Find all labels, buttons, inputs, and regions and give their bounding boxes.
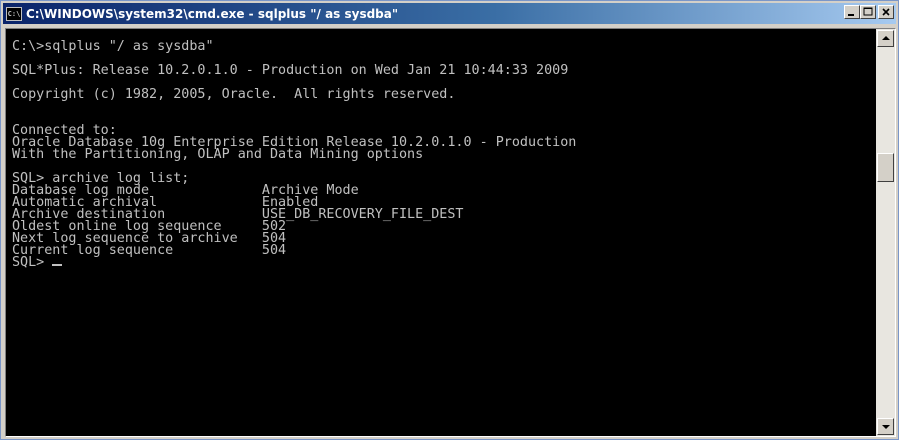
maximize-icon <box>863 7 873 16</box>
minimize-icon <box>848 14 854 16</box>
close-button[interactable] <box>878 5 894 19</box>
console-line: SQL*Plus: Release 10.2.0.1.0 - Productio… <box>12 63 569 78</box>
window-title: C:\WINDOWS\system32\cmd.exe - sqlplus "/… <box>26 6 399 21</box>
console-line: With the Partitioning, OLAP and Data Min… <box>12 147 424 162</box>
console-line: C:\>sqlplus "/ as sysdba" <box>12 39 214 54</box>
vertical-scrollbar[interactable] <box>876 29 895 436</box>
sql-prompt: SQL> <box>12 255 53 270</box>
scroll-down-arrow-icon <box>882 425 890 429</box>
window-controls <box>844 5 894 19</box>
text-cursor <box>52 264 63 266</box>
maximize-button[interactable] <box>860 5 876 19</box>
console-output[interactable]: C:\>sqlplus "/ as sysdba" SQL*Plus: Rele… <box>6 29 876 436</box>
console-window: C:\ C:\WINDOWS\system32\cmd.exe - sqlplu… <box>0 0 899 440</box>
close-icon <box>882 8 890 16</box>
scroll-up-arrow-icon <box>882 36 890 40</box>
scroll-up-button[interactable] <box>877 30 894 47</box>
scroll-down-button[interactable] <box>877 418 894 435</box>
cmd-app-icon[interactable]: C:\ <box>6 6 22 21</box>
console-line: Current log sequence 504 <box>12 243 287 258</box>
console-client-area: C:\>sqlplus "/ as sysdba" SQL*Plus: Rele… <box>5 28 896 437</box>
minimize-button[interactable] <box>844 5 860 19</box>
scroll-thumb[interactable] <box>877 153 894 182</box>
console-line: Copyright (c) 1982, 2005, Oracle. All ri… <box>12 87 456 102</box>
console-text: C:\>sqlplus "/ as sysdba" SQL*Plus: Rele… <box>6 29 876 269</box>
title-bar[interactable]: C:\ C:\WINDOWS\system32\cmd.exe - sqlplu… <box>3 3 896 24</box>
